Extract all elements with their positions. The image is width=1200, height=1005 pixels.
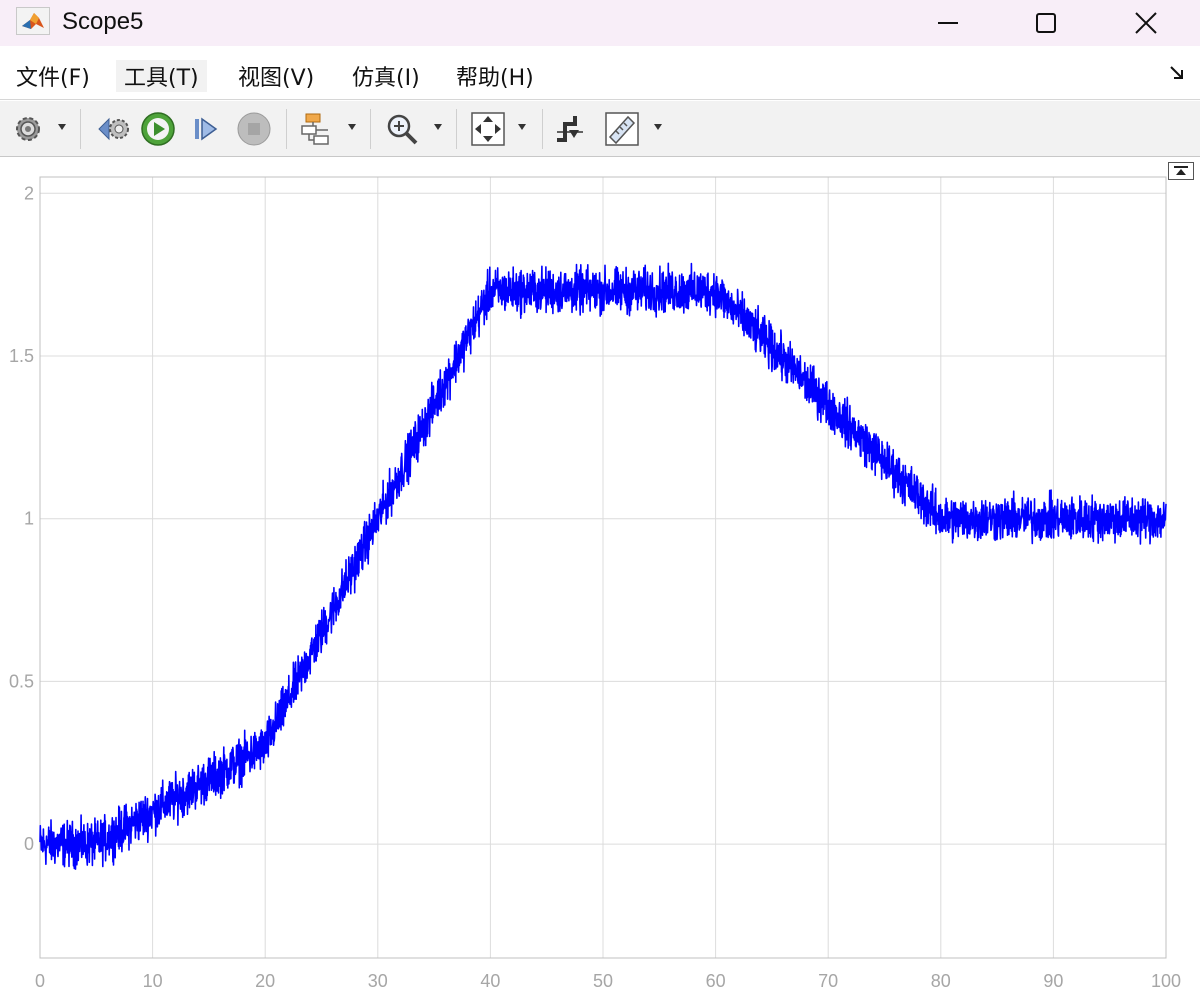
scale-dropdown-icon[interactable] xyxy=(516,121,528,133)
settings-gear-icon[interactable] xyxy=(10,111,46,147)
run-icon[interactable] xyxy=(140,111,176,147)
close-button[interactable] xyxy=(1116,0,1176,46)
minimize-icon xyxy=(938,22,958,24)
x-tick-label: 20 xyxy=(255,971,275,991)
menu-file[interactable]: 文件(F) xyxy=(16,60,90,92)
y-tick-label: 1.5 xyxy=(9,346,34,366)
x-tick-label: 50 xyxy=(593,971,613,991)
y-tick-label: 1 xyxy=(24,509,34,529)
measurements-dropdown-icon[interactable] xyxy=(652,121,664,133)
triggers-icon[interactable] xyxy=(552,111,588,147)
measurements-icon[interactable] xyxy=(604,111,640,147)
close-icon xyxy=(1135,12,1157,34)
zoom-dropdown-icon[interactable] xyxy=(432,121,444,133)
zoom-icon[interactable] xyxy=(384,111,420,147)
block-dropdown-icon[interactable] xyxy=(346,121,358,133)
menu-help[interactable]: 帮助(H) xyxy=(456,60,534,92)
scope-chart[interactable]: 0 10 20 30 40 50 60 70 80 90 100 0 0.5 1 1.5 2 xyxy=(0,158,1200,1005)
menu-simulation[interactable]: 仿真(I) xyxy=(352,60,420,92)
window-title: Scope5 xyxy=(62,8,144,35)
title-bar: Scope5 xyxy=(0,0,1200,46)
step-back-icon[interactable] xyxy=(96,111,132,147)
x-tick-label: 70 xyxy=(818,971,838,991)
x-tick-label: 40 xyxy=(480,971,500,991)
toolbar-separator xyxy=(80,109,81,149)
highlight-simulink-block-icon[interactable] xyxy=(298,111,334,147)
x-tick-label: 60 xyxy=(706,971,726,991)
scale-axes-icon[interactable] xyxy=(470,111,506,147)
dock-arrow-icon[interactable] xyxy=(1168,64,1186,82)
y-tick-label: 0.5 xyxy=(9,671,34,691)
x-tick-label: 80 xyxy=(931,971,951,991)
toolbar-separator xyxy=(286,109,287,149)
stop-icon[interactable] xyxy=(236,111,272,147)
toolbar-separator xyxy=(456,109,457,149)
settings-dropdown-icon[interactable] xyxy=(56,121,68,133)
step-forward-icon[interactable] xyxy=(188,111,224,147)
matlab-logo-icon xyxy=(16,7,50,35)
menu-view[interactable]: 视图(V) xyxy=(238,60,314,92)
minimize-button[interactable] xyxy=(918,0,978,46)
menu-tools[interactable]: 工具(T) xyxy=(116,60,207,92)
x-tick-label: 0 xyxy=(35,971,45,991)
toolbar-separator xyxy=(542,109,543,149)
maximize-icon xyxy=(1036,13,1056,33)
x-tick-label: 30 xyxy=(368,971,388,991)
menu-bar: 文件(F) 工具(T) 视图(V) 仿真(I) 帮助(H) xyxy=(0,46,1200,100)
toolbar xyxy=(0,101,1200,157)
toolbar-separator xyxy=(370,109,371,149)
y-tick-label: 2 xyxy=(24,183,34,203)
y-tick-label: 0 xyxy=(24,834,34,854)
maximize-button[interactable] xyxy=(1016,0,1076,46)
x-tick-label: 10 xyxy=(143,971,163,991)
x-tick-label: 100 xyxy=(1151,971,1181,991)
x-tick-label: 90 xyxy=(1043,971,1063,991)
